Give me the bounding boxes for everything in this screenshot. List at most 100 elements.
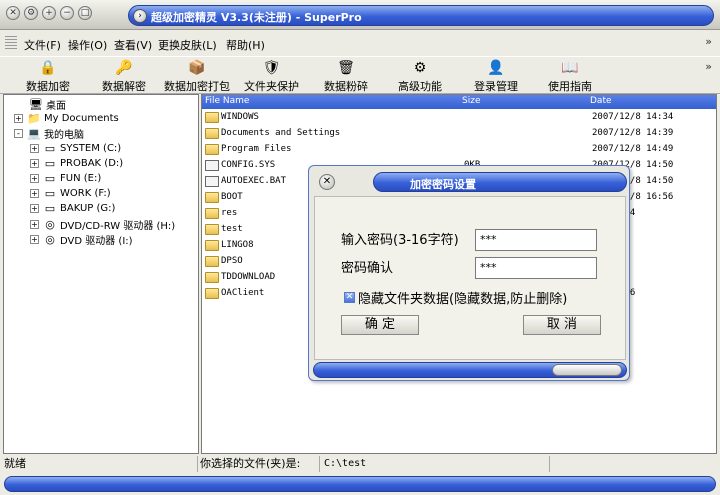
cdrom-icon: ◎ (45, 233, 55, 246)
table-row[interactable]: Documents and Settings 2007/12/8 14:39 (202, 126, 716, 142)
drive-icon: ▭ (44, 157, 56, 170)
title-pill: › 超级加密精灵 V3.3(未注册) - SuperPro (128, 5, 714, 26)
tree-item-my-documents[interactable]: + 📁 My Documents (14, 112, 119, 127)
file-date: 2007/12/8 14:39 (592, 128, 674, 138)
expand-icon[interactable]: + (30, 159, 39, 168)
column-header-date[interactable]: Date (590, 96, 612, 106)
folder-icon (205, 272, 219, 283)
encrypt-icon: 🔒 (39, 60, 57, 76)
dialog-body: 输入密码(3-16字符) *** 密码确认 *** ✕ 隐藏文件夹数据(隐藏数据… (314, 196, 626, 360)
drive-icon: ▭ (44, 202, 56, 215)
expand-icon[interactable]: + (14, 114, 23, 123)
tree-item-label: SYSTEM (C:) (60, 143, 122, 154)
toolbar-overflow-icon[interactable]: » (705, 60, 712, 73)
login-icon: 👤 (487, 60, 505, 76)
cdrom-icon: ◎ (45, 218, 55, 231)
tool-pack[interactable]: 📦 数据加密打包 (164, 59, 230, 94)
tool-login[interactable]: 👤 登录管理 (474, 59, 518, 94)
password-field[interactable]: *** (475, 229, 597, 251)
tool-folder-protect[interactable]: 🛡 文件夹保护 (244, 59, 299, 94)
bottom-skin-bar (4, 476, 716, 492)
ok-button[interactable]: 确 定 (341, 315, 419, 335)
expand-icon[interactable]: + (30, 220, 39, 229)
menu-skin[interactable]: 更换皮肤(L) (158, 37, 217, 53)
expand-icon[interactable]: + (30, 174, 39, 183)
password-dialog: ✕ 加密密码设置 输入密码(3-16字符) *** 密码确认 *** ✕ 隐藏文… (308, 165, 630, 381)
minimize-window-button[interactable]: − (60, 6, 74, 20)
tree-item-drive-g[interactable]: + ▭ BAKUP (G:) (30, 202, 115, 217)
tool-label: 登录管理 (474, 80, 518, 93)
file-list-header: File Name Size Date (202, 95, 716, 109)
close-window-button[interactable]: ✕ (6, 6, 20, 20)
file-name: Documents and Settings (221, 128, 341, 138)
drive-icon: ▭ (44, 172, 56, 185)
dialog-title-bar: 加密密码设置 (373, 172, 627, 192)
hide-folder-label: 隐藏文件夹数据(隐藏数据,防止删除) (358, 292, 568, 307)
desktop-icon: 🖥 (29, 98, 43, 111)
maximize-window-button[interactable]: □ (78, 6, 92, 20)
tool-encrypt[interactable]: 🔒 数据加密 (26, 59, 70, 94)
confirm-password-field[interactable]: *** (475, 257, 597, 279)
tree-item-drive-h[interactable]: + ◎ DVD/CD-RW 驱动器 (H:) (30, 217, 175, 232)
hide-folder-checkbox[interactable]: ✕ (344, 292, 355, 303)
collapse-icon[interactable]: - (14, 129, 23, 138)
file-name: test (221, 224, 243, 234)
computer-icon: 💻 (27, 127, 41, 140)
tool-decrypt[interactable]: 🔑 数据解密 (102, 59, 146, 94)
column-header-size[interactable]: Size (462, 96, 480, 106)
tree-item-label: BAKUP (G:) (60, 203, 116, 214)
tree-item-drive-f[interactable]: + ▭ WORK (F:) (30, 187, 111, 202)
dialog-close-button[interactable]: ✕ (319, 174, 335, 190)
folder-icon (205, 208, 219, 219)
status-extra (552, 456, 716, 472)
dialog-resize-handle[interactable] (552, 364, 622, 376)
table-row[interactable]: Program Files 2007/12/8 14:49 (202, 142, 716, 158)
file-name: AUTOEXEC.BAT (221, 176, 287, 186)
expand-icon[interactable]: + (30, 235, 39, 244)
tree-item-my-computer[interactable]: - 💻 我的电脑 (14, 126, 84, 141)
expand-icon[interactable]: + (30, 204, 39, 213)
tree-item-desktop[interactable]: 🖥 桌面 (28, 97, 66, 112)
file-icon (205, 160, 219, 171)
menu-file[interactable]: 文件(F) (24, 37, 61, 53)
column-header-name[interactable]: File Name (205, 96, 249, 106)
tool-advanced[interactable]: ⚙ 高级功能 (398, 59, 442, 94)
folder-icon (205, 144, 219, 155)
pack-icon: 📦 (188, 60, 206, 76)
tool-label: 数据加密打包 (164, 80, 230, 93)
folder-icon (205, 224, 219, 235)
file-name: LINGO8 (221, 240, 254, 250)
menubar-grip-icon[interactable] (5, 36, 17, 50)
table-row[interactable]: WINDOWS 2007/12/8 14:34 (202, 110, 716, 126)
app-menu-icon[interactable]: › (133, 9, 147, 23)
folder-tree[interactable]: 🖥 桌面 + 📁 My Documents - 💻 我的电脑 + ▭ SYSTEM (C:) … (3, 94, 199, 454)
menu-view[interactable]: 查看(V) (114, 37, 152, 53)
tool-guide[interactable]: 📖 使用指南 (548, 59, 592, 94)
file-name: CONFIG.SYS (221, 160, 276, 170)
tool-shred[interactable]: 🗑 数据粉碎 (324, 59, 368, 94)
advanced-icon: ⚙ (413, 60, 427, 76)
shred-icon: 🗑 (337, 60, 355, 76)
decrypt-icon: 🔑 (115, 60, 133, 76)
tree-item-drive-e[interactable]: + ▭ FUN (E:) (30, 172, 101, 187)
tree-item-drive-i[interactable]: + ◎ DVD 驱动器 (I:) (30, 232, 133, 247)
toolbar: 🔒 数据加密 🔑 数据解密 📦 数据加密打包 🛡 文件夹保护 🗑 数据粉碎 ⚙ … (0, 56, 720, 94)
guide-icon: 📖 (561, 60, 579, 76)
cancel-button[interactable]: 取 消 (523, 315, 601, 335)
expand-icon[interactable]: + (30, 144, 39, 153)
add-window-button[interactable]: + (42, 6, 56, 20)
password-label: 输入密码(3-16字符) (341, 233, 459, 248)
window-title: 超级加密精灵 V3.3(未注册) - SuperPro (151, 11, 362, 24)
menu-help[interactable]: 帮助(H) (226, 37, 265, 53)
file-date: 2007/12/8 14:34 (592, 112, 674, 122)
app-window: ✕ ⚙ + − □ › 超级加密精灵 V3.3(未注册) - SuperPro … (0, 0, 720, 495)
tree-item-drive-d[interactable]: + ▭ PROBAK (D:) (30, 157, 123, 172)
menubar-overflow-icon[interactable]: » (705, 35, 712, 48)
tool-label: 文件夹保护 (244, 80, 299, 93)
menu-operation[interactable]: 操作(O) (68, 37, 107, 53)
expand-icon[interactable]: + (30, 189, 39, 198)
folder-protect-icon: 🛡 (262, 60, 281, 76)
tree-item-drive-c[interactable]: + ▭ SYSTEM (C:) (30, 142, 121, 157)
file-name: DPSO (221, 256, 243, 266)
settings-window-button[interactable]: ⚙ (24, 6, 38, 20)
